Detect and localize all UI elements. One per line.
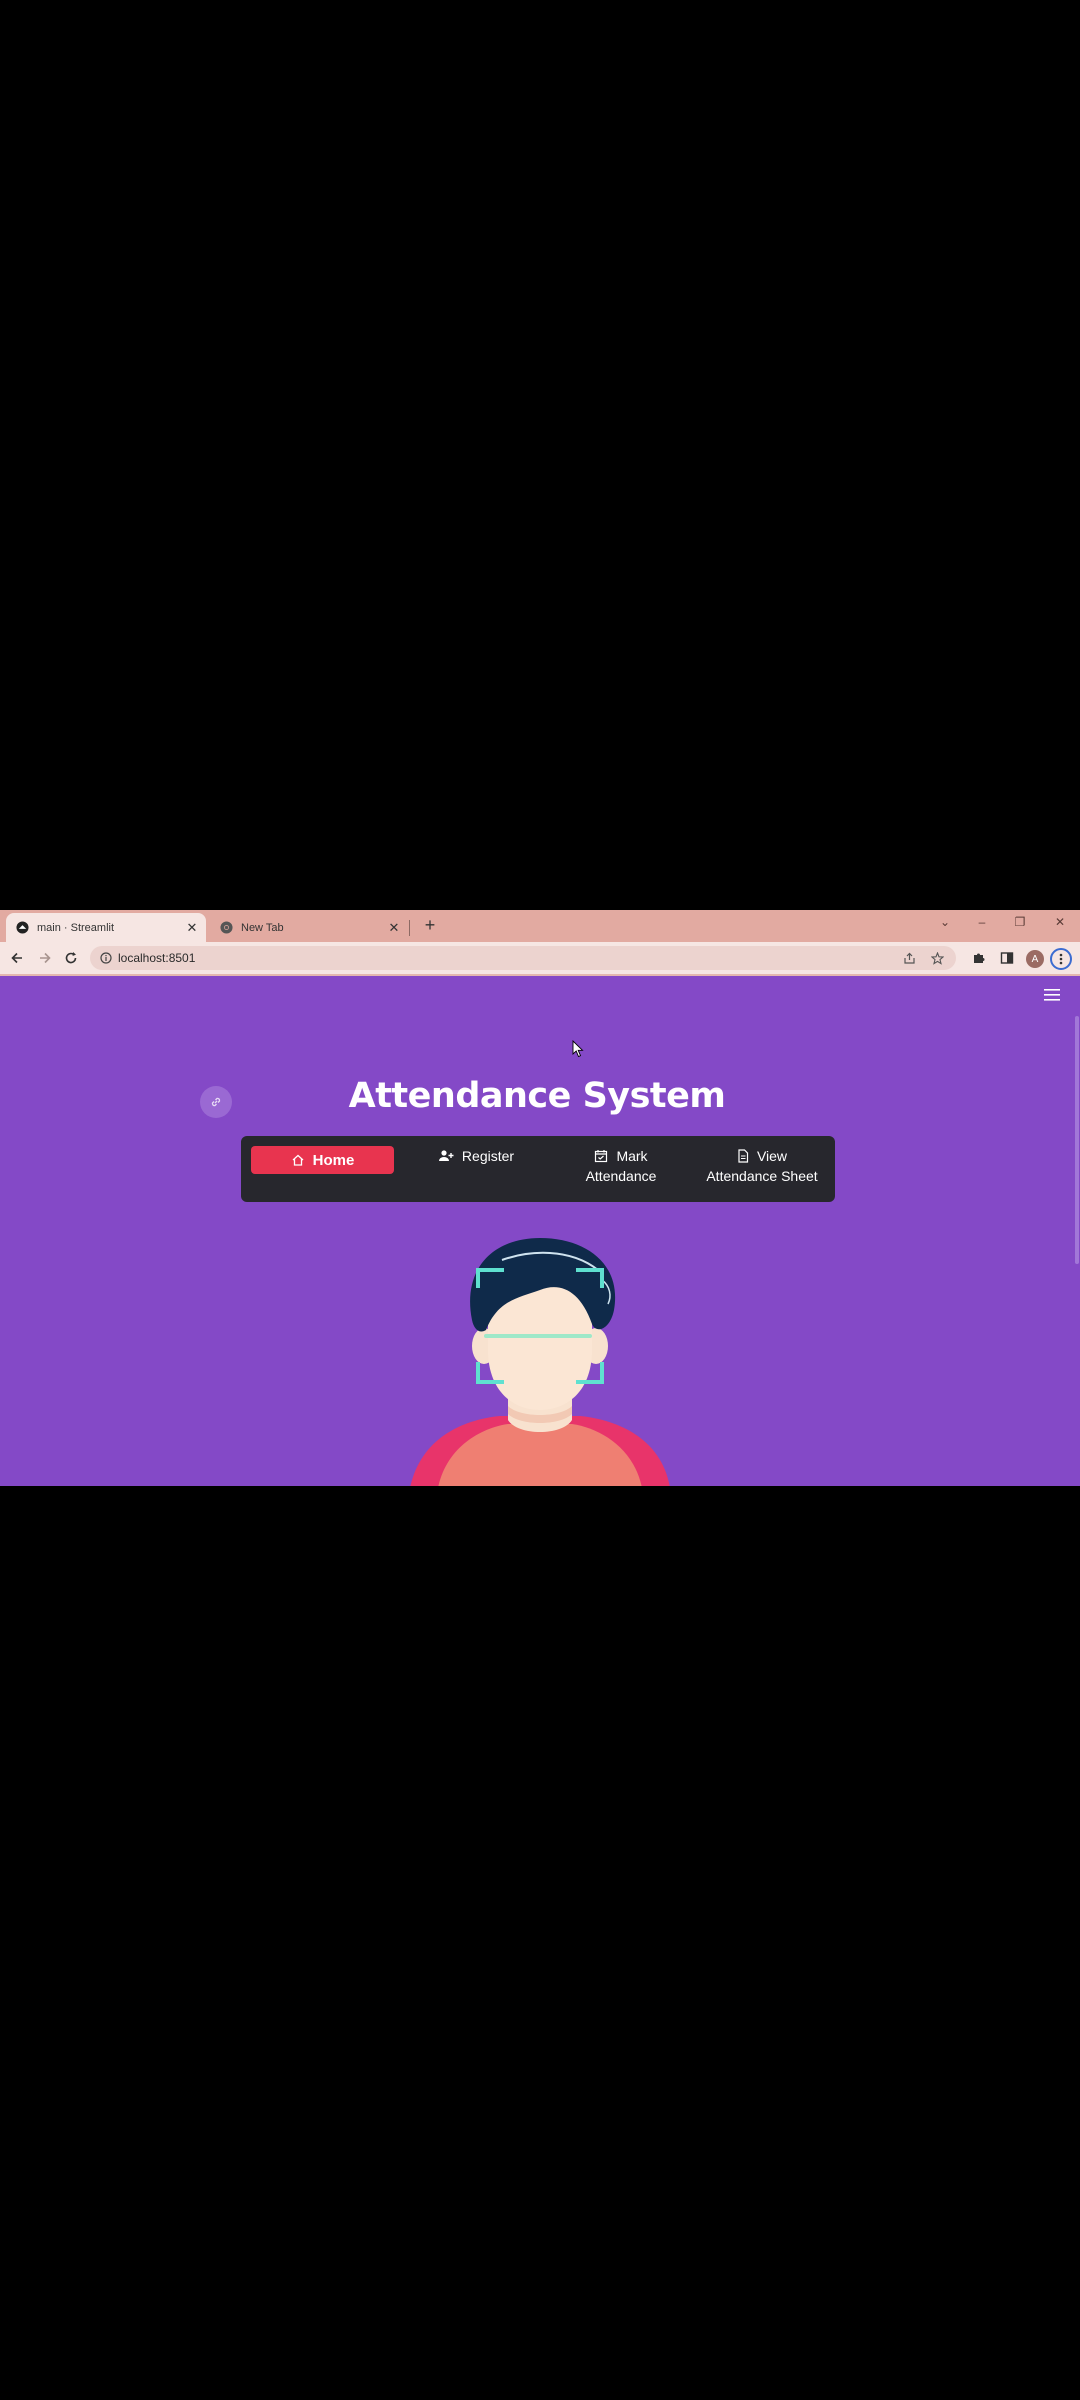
mouse-cursor-icon xyxy=(572,1040,584,1058)
extensions-puzzle-icon[interactable] xyxy=(970,949,988,967)
browser-window: main · Streamlit ✕ New Tab ✕ + ⌄ – ❐ ✕ l… xyxy=(0,910,1080,1486)
tab-new-tab[interactable]: New Tab ✕ xyxy=(210,913,408,942)
nav-view-attendance-sheet-button[interactable]: View Attendance Sheet xyxy=(695,1146,829,1192)
nav-mark-line1: Mark xyxy=(616,1148,648,1164)
tab-strip: main · Streamlit ✕ New Tab ✕ + ⌄ – ❐ ✕ xyxy=(0,910,1080,942)
share-icon[interactable] xyxy=(900,949,918,967)
bookmark-star-icon[interactable] xyxy=(928,949,946,967)
tab-title: main · Streamlit xyxy=(37,921,115,934)
new-tab-button[interactable]: + xyxy=(420,915,440,936)
minimize-icon[interactable]: – xyxy=(972,915,992,929)
nav-view-line1: View xyxy=(756,1148,788,1164)
tab-search-icon[interactable]: ⌄ xyxy=(935,915,955,929)
side-panel-icon[interactable] xyxy=(998,949,1016,967)
browser-menu-icon[interactable] xyxy=(1050,948,1072,970)
chrome-favicon xyxy=(220,921,233,934)
calendar-check-icon xyxy=(595,1150,608,1163)
close-tab-icon[interactable]: ✕ xyxy=(386,920,402,936)
file-icon xyxy=(738,1149,749,1163)
nav-mark-line2: Attendance xyxy=(585,1168,657,1184)
house-icon xyxy=(292,1154,304,1166)
person-plus-icon xyxy=(438,1150,454,1161)
restore-icon[interactable]: ❐ xyxy=(1010,915,1030,929)
page-title: Attendance System xyxy=(348,1076,726,1116)
tab-title: New Tab xyxy=(241,921,284,934)
reload-icon[interactable] xyxy=(62,949,80,967)
streamlit-page: Attendance System Home Register Mark Att… xyxy=(0,974,1080,1486)
nav-view-line2: Attendance Sheet xyxy=(706,1168,818,1184)
url-text: localhost:8501 xyxy=(118,951,196,965)
nav-register-button[interactable]: Register xyxy=(406,1146,546,1192)
window-close-icon[interactable]: ✕ xyxy=(1050,915,1070,929)
address-bar[interactable]: localhost:8501 xyxy=(90,946,956,970)
hamburger-menu-icon[interactable] xyxy=(1044,988,1062,1002)
profile-avatar[interactable]: A xyxy=(1026,950,1044,968)
nav-mark-attendance-button[interactable]: Mark Attendance xyxy=(551,1146,691,1192)
nav-home-button[interactable]: Home xyxy=(251,1146,394,1174)
site-info-icon[interactable] xyxy=(100,952,112,964)
face-recognition-illustration xyxy=(410,1238,670,1486)
browser-toolbar: localhost:8501 A xyxy=(0,942,1080,974)
forward-icon[interactable] xyxy=(36,949,54,967)
streamlit-favicon xyxy=(16,921,29,934)
back-icon[interactable] xyxy=(8,949,26,967)
tab-main-streamlit[interactable]: main · Streamlit ✕ xyxy=(6,913,206,942)
option-menu-nav: Home Register Mark Attendance View Atten… xyxy=(241,1136,835,1202)
close-tab-icon[interactable]: ✕ xyxy=(184,920,200,936)
tab-separator xyxy=(409,920,410,936)
nav-home-label: Home xyxy=(312,1151,355,1169)
scrollbar[interactable] xyxy=(1075,1016,1079,1264)
nav-register-label: Register xyxy=(461,1148,515,1164)
